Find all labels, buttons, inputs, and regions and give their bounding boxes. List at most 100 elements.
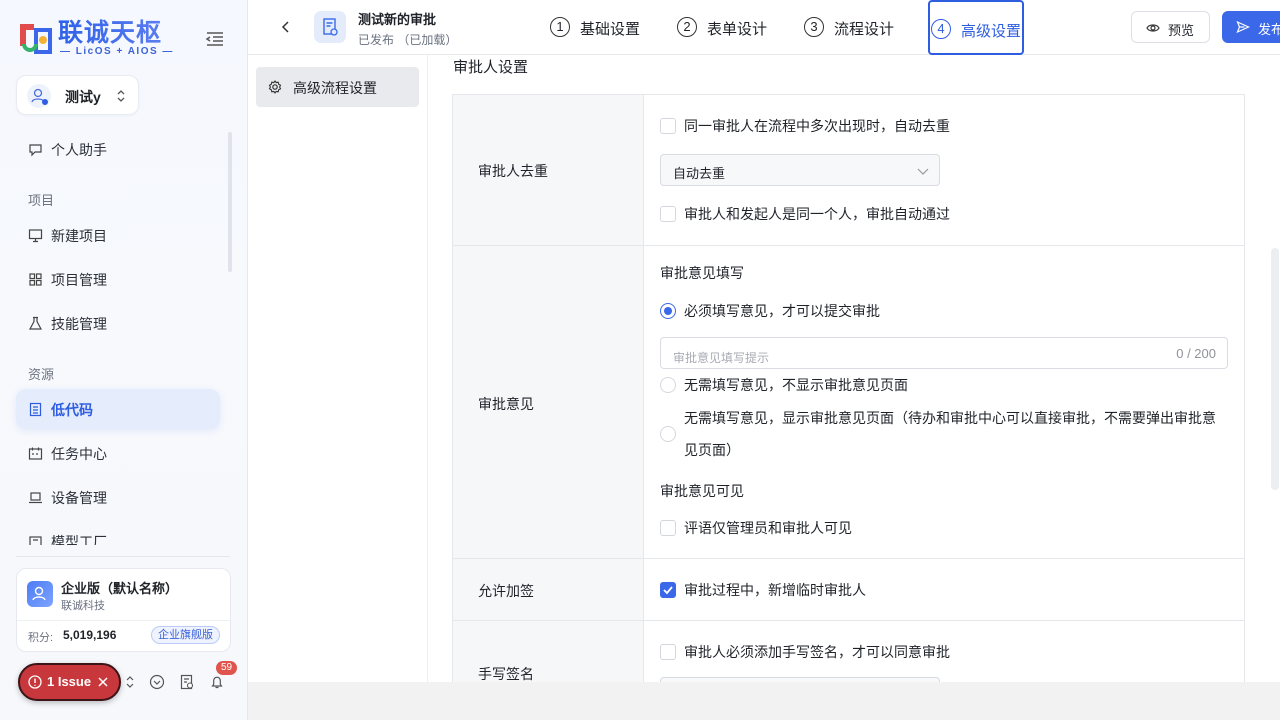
gear-icon	[268, 80, 282, 94]
publish-label: 发布	[1258, 22, 1280, 37]
publish-button[interactable]: 发布	[1222, 11, 1280, 43]
plan-badge: 企业旗舰版	[151, 626, 220, 644]
nav-scrollbar[interactable]	[228, 132, 232, 272]
option-label: 无需填写意见，不显示审批意见页面	[684, 377, 908, 393]
tab-form-design[interactable]: 2 表单设计	[675, 0, 775, 55]
nav-label: 项目管理	[51, 272, 107, 288]
row-content: 审批人必须添加手写签名，才可以同意审批	[644, 621, 1244, 682]
nav-item-lowcode[interactable]: 低代码	[16, 389, 220, 429]
users-icon	[32, 586, 46, 601]
nav-label: 低代码	[51, 402, 93, 418]
row-label: 审批意见	[478, 396, 534, 412]
opinion-visible-title: 审批意见可见	[660, 483, 744, 499]
alert-icon	[28, 675, 42, 689]
issue-button[interactable]: 1 Issue	[18, 663, 121, 701]
chat-icon	[29, 144, 42, 157]
approval-form-icon	[323, 18, 338, 36]
radio[interactable]	[660, 303, 676, 319]
flask-icon	[29, 316, 42, 330]
footer-bar	[248, 682, 1280, 720]
expand-icon[interactable]	[122, 674, 138, 690]
nav-item-new-project[interactable]: 新建项目	[16, 215, 220, 255]
row-opinion: 审批意见 审批意见填写 必须填写意见，才可以提交审批 审批意见填写提示 0 / …	[453, 245, 1244, 558]
sidebar: 联诚天枢 — LicOS + AIOS — 测试y 个人助手 项目 新建项目 项…	[0, 0, 248, 720]
back-icon[interactable]	[278, 19, 294, 35]
tenant-name: 测试y	[65, 89, 101, 105]
step-number: 4	[931, 19, 951, 39]
divider	[16, 556, 230, 557]
char-counter: 0 / 200	[1176, 346, 1216, 361]
monitor-icon	[28, 229, 43, 243]
dedup-mode-select[interactable]: 自动去重	[660, 154, 940, 186]
checkbox[interactable]	[660, 582, 676, 598]
nav-item-device-mgmt[interactable]: 设备管理	[16, 477, 220, 517]
notification-badge: 59	[216, 661, 238, 675]
nav-label: 技能管理	[51, 316, 107, 332]
chevron-down-icon	[917, 168, 929, 175]
radio[interactable]	[660, 377, 676, 393]
brand-name: 联诚天枢	[58, 19, 163, 47]
row-content: 同一审批人在流程中多次出现时，自动去重 自动去重 审批人和发起人是同一个人，审批…	[644, 95, 1244, 244]
points-label: 积分:	[28, 632, 54, 644]
org-name: 企业版（默认名称）	[61, 581, 179, 596]
content-scrollbar[interactable]	[1271, 248, 1279, 490]
checkbox[interactable]	[660, 206, 676, 222]
nav-label: 新建项目	[51, 228, 107, 244]
divider	[17, 620, 230, 621]
input-placeholder: 审批意见填写提示	[673, 351, 770, 365]
row-label-cell: 手写签名	[453, 621, 644, 682]
org-card[interactable]: 企业版（默认名称） 联诚科技 积分: 5,019,196 企业旗舰版	[16, 568, 231, 652]
row-dedup: 审批人去重 同一审批人在流程中多次出现时，自动去重 自动去重 审批人和发起人是同…	[453, 95, 1244, 245]
option-label: 审批人必须添加手写签名，才可以同意审批	[684, 644, 950, 660]
step-number: 1	[550, 17, 570, 37]
radio[interactable]	[660, 426, 676, 442]
option-label: 评语仅管理员和审批人可见	[684, 520, 852, 536]
row-label-cell: 审批人去重	[453, 95, 644, 245]
tab-flow-design[interactable]: 3 流程设计	[802, 0, 902, 55]
option-label: 必须填写意见，才可以提交审批	[684, 303, 880, 319]
nav-label: 个人助手	[51, 142, 107, 158]
option-label: 审批过程中，新增临时审批人	[684, 582, 866, 598]
nav-item-task-center[interactable]: 任务中心	[16, 433, 220, 473]
tab-advanced-settings[interactable]: 4 高级设置	[928, 0, 1024, 55]
radio-opinion-none-shown[interactable]: 无需填写意见，显示审批意见页面（待办和审批中心可以直接审批，不需要弹出审批意 见…	[660, 410, 1220, 458]
option-label: 同一审批人在流程中多次出现时，自动去重	[684, 118, 950, 134]
chevron-circle-icon[interactable]	[149, 674, 165, 690]
nav-item-skill-mgmt[interactable]: 技能管理	[16, 303, 220, 343]
settings-menu: 高级流程设置	[248, 55, 428, 682]
step-label: 流程设计	[834, 21, 895, 38]
step-number: 3	[804, 17, 824, 37]
document-icon	[29, 402, 42, 417]
menu-item-label: 高级流程设置	[293, 80, 377, 96]
page-title: 测试新的审批	[358, 12, 437, 27]
send-icon	[1236, 20, 1250, 34]
preview-button[interactable]: 预览	[1131, 11, 1210, 43]
form-icon[interactable]	[179, 674, 195, 690]
check-icon	[663, 586, 673, 595]
logo-icon	[20, 24, 52, 54]
option-label: 无需填写意见，显示审批意见页面（待办和审批中心可以直接审批，不需要弹出审批意	[684, 410, 1216, 426]
factory-icon	[29, 536, 42, 545]
brand-subtitle: — LicOS + AIOS —	[60, 46, 174, 57]
bell-icon[interactable]	[209, 674, 225, 690]
nav-item-model-factory[interactable]: 模型工厂	[16, 521, 220, 545]
tab-basic-settings[interactable]: 1 基础设置	[548, 0, 648, 55]
brand-logo: 联诚天枢 — LicOS + AIOS —	[16, 18, 232, 60]
close-icon[interactable]	[97, 676, 109, 688]
row-signature: 手写签名 审批人必须添加手写签名，才可以同意审批	[453, 620, 1244, 682]
menu-item-advanced-flow[interactable]: 高级流程设置	[256, 67, 419, 107]
checkbox[interactable]	[660, 118, 676, 134]
tenant-switcher[interactable]: 测试y	[16, 75, 139, 115]
row-label: 允许加签	[478, 583, 534, 599]
grid-icon	[29, 273, 42, 286]
checkbox[interactable]	[660, 520, 676, 536]
collapse-sidebar-icon[interactable]	[204, 28, 226, 50]
preview-label: 预览	[1168, 23, 1195, 38]
step-number: 2	[677, 17, 697, 37]
nav-item-project-mgmt[interactable]: 项目管理	[16, 259, 220, 299]
issue-label: 1 Issue	[47, 674, 92, 689]
opinion-hint-input[interactable]: 审批意见填写提示 0 / 200	[660, 337, 1228, 369]
nav-item-assistant[interactable]: 个人助手	[16, 129, 220, 169]
option-label: 见页面）	[684, 442, 740, 458]
checkbox[interactable]	[660, 644, 676, 660]
